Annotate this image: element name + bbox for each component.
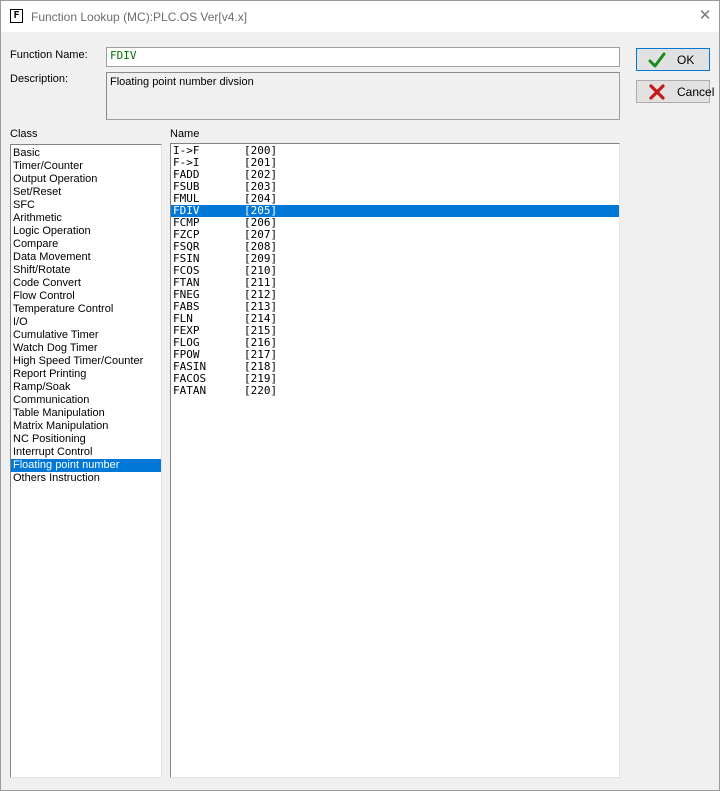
- ok-button[interactable]: OK: [636, 48, 710, 71]
- name-header: Name: [170, 128, 200, 140]
- x-icon: [649, 84, 665, 100]
- class-list-item[interactable]: Communication: [11, 394, 161, 407]
- class-list-item[interactable]: Shift/Rotate: [11, 264, 161, 277]
- class-list-item[interactable]: Report Printing: [11, 368, 161, 381]
- name-listbox[interactable]: I->F [200] F->I [201] FADD [202] FSUB [203] FMUL…: [170, 143, 620, 778]
- app-icon: F: [10, 9, 23, 23]
- class-listbox[interactable]: Basic Timer/Counter Output Operation Set/Re…: [10, 144, 162, 778]
- name-list-item[interactable]: FLN [214]: [171, 313, 619, 325]
- class-list-item[interactable]: Timer/Counter: [11, 160, 161, 173]
- window-title: Function Lookup (MC):PLC.OS Ver[v4.x]: [31, 10, 248, 24]
- class-list-item[interactable]: Compare: [11, 238, 161, 251]
- description-value: Floating point number divsion: [110, 76, 254, 88]
- function-name-input[interactable]: FDIV: [106, 47, 620, 67]
- class-list-item[interactable]: Code Convert: [11, 277, 161, 290]
- class-list-item[interactable]: Others Instruction: [11, 472, 161, 485]
- class-list-item[interactable]: Watch Dog Timer: [11, 342, 161, 355]
- class-list-item[interactable]: Arithmetic: [11, 212, 161, 225]
- class-header: Class: [10, 128, 38, 140]
- ok-label: OK: [677, 53, 695, 67]
- description-label: Description:: [10, 73, 69, 85]
- function-name-label: Function Name:: [10, 49, 88, 61]
- name-list-item[interactable]: FNEG [212]: [171, 289, 619, 301]
- class-list-item[interactable]: Table Manipulation: [11, 407, 161, 420]
- name-list-item[interactable]: FACOS [219]: [171, 373, 619, 385]
- name-list-item[interactable]: FZCP [207]: [171, 229, 619, 241]
- class-list-item[interactable]: High Speed Timer/Counter: [11, 355, 161, 368]
- class-list-item[interactable]: SFC: [11, 199, 161, 212]
- name-list-item[interactable]: I->F [200]: [171, 145, 619, 157]
- class-list-item[interactable]: Floating point number: [11, 459, 161, 472]
- title-bar[interactable]: F Function Lookup (MC):PLC.OS Ver[v4.x] …: [1, 1, 719, 32]
- check-icon: [648, 52, 666, 68]
- name-list-item[interactable]: FADD [202]: [171, 169, 619, 181]
- name-list-item[interactable]: FABS [213]: [171, 301, 619, 313]
- class-list-item[interactable]: Temperature Control: [11, 303, 161, 316]
- class-list-item[interactable]: Output Operation: [11, 173, 161, 186]
- class-list-item[interactable]: Logic Operation: [11, 225, 161, 238]
- name-list-item[interactable]: FTAN [211]: [171, 277, 619, 289]
- name-list-item[interactable]: FDIV [205]: [171, 205, 619, 217]
- name-list-item[interactable]: FLOG [216]: [171, 337, 619, 349]
- class-list-item[interactable]: Data Movement: [11, 251, 161, 264]
- class-list-item[interactable]: Cumulative Timer: [11, 329, 161, 342]
- close-button[interactable]: ✕: [693, 5, 717, 27]
- name-list-item[interactable]: FCOS [210]: [171, 265, 619, 277]
- name-list-item[interactable]: F->I [201]: [171, 157, 619, 169]
- function-lookup-dialog: F Function Lookup (MC):PLC.OS Ver[v4.x] …: [0, 0, 720, 791]
- description-field: Floating point number divsion: [106, 72, 620, 120]
- class-list-item[interactable]: I/O: [11, 316, 161, 329]
- name-list-item[interactable]: FASIN [218]: [171, 361, 619, 373]
- function-code: [220]: [244, 384, 278, 397]
- class-list-item[interactable]: Ramp/Soak: [11, 381, 161, 394]
- class-list-item[interactable]: NC Positioning: [11, 433, 161, 446]
- name-list-item[interactable]: FMUL [204]: [171, 193, 619, 205]
- name-list-item[interactable]: FSQR [208]: [171, 241, 619, 253]
- name-list-item[interactable]: FSIN [209]: [171, 253, 619, 265]
- name-list-item[interactable]: FCMP [206]: [171, 217, 619, 229]
- function-name: FATAN: [173, 384, 207, 397]
- cancel-button[interactable]: Cancel: [636, 80, 714, 103]
- close-icon: ✕: [698, 7, 712, 24]
- name-list-item[interactable]: FSUB [203]: [171, 181, 619, 193]
- class-list-item[interactable]: Basic: [11, 147, 161, 160]
- class-list-item[interactable]: Set/Reset: [11, 186, 161, 199]
- class-list-item[interactable]: Interrupt Control: [11, 446, 161, 459]
- name-list-item[interactable]: FEXP [215]: [171, 325, 619, 337]
- function-name-value: FDIV: [110, 49, 137, 62]
- class-list-item[interactable]: Flow Control: [11, 290, 161, 303]
- name-list-item[interactable]: FATAN [220]: [171, 385, 619, 397]
- class-list-item[interactable]: Matrix Manipulation: [11, 420, 161, 433]
- cancel-label: Cancel: [677, 85, 715, 99]
- name-list-item[interactable]: FPOW [217]: [171, 349, 619, 361]
